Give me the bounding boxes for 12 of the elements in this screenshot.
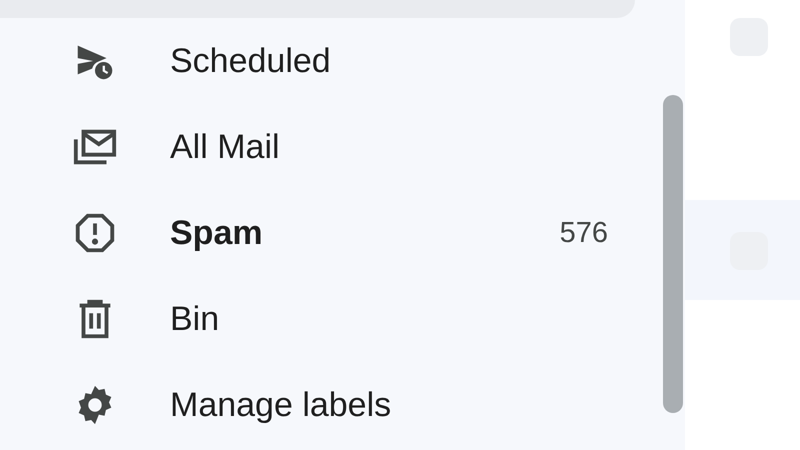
item-label: Scheduled bbox=[170, 42, 332, 80]
item-label: Manage labels bbox=[170, 386, 392, 424]
drawer-item[interactable]: Scheduled bbox=[0, 18, 635, 104]
scrollbar-thumb[interactable] bbox=[663, 95, 683, 413]
drawer-item[interactable]: Manage labels bbox=[0, 362, 635, 448]
drawer-item[interactable]: Bin bbox=[0, 276, 635, 362]
item-label: Bin bbox=[170, 300, 220, 338]
item-label: Spam bbox=[170, 214, 264, 252]
drawer-item[interactable]: All Mail bbox=[0, 104, 635, 190]
drawer-item[interactable]: Spam 576 bbox=[0, 190, 635, 276]
unread-count: 576 bbox=[560, 216, 608, 250]
item-label: All Mail bbox=[170, 128, 281, 166]
